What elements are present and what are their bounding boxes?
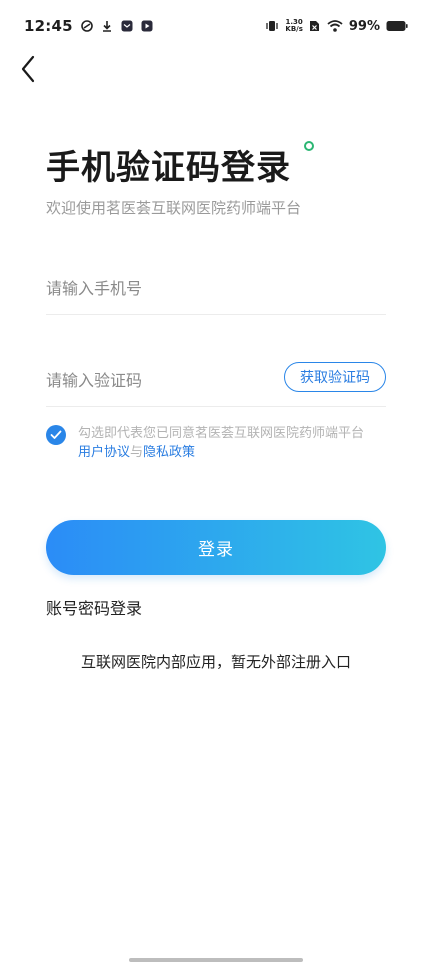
page-title: 手机验证码登录 <box>46 148 291 188</box>
vibrate-icon <box>265 20 279 32</box>
battery-icon <box>386 20 408 32</box>
net-speed-unit: KB/s <box>285 25 303 33</box>
agreement-prefix: 勾选即代表您已同意茗医荟互联网医院药师端平台 <box>78 426 365 441</box>
mail-app-icon <box>121 20 133 32</box>
cloud-sync-icon <box>80 20 93 32</box>
code-input[interactable] <box>46 362 266 398</box>
status-left: 12:45 <box>24 17 153 35</box>
chevron-left-icon <box>21 55 35 83</box>
phone-input[interactable] <box>46 270 386 306</box>
home-indicator[interactable] <box>129 958 303 962</box>
code-field: 获取验证码 <box>46 362 386 407</box>
agreement-text: 勾选即代表您已同意茗医荟互联网医院药师端平台 用户协议与隐私政策 <box>78 424 364 462</box>
password-login-link[interactable]: 账号密码登录 <box>46 595 142 619</box>
status-time: 12:45 <box>24 17 73 35</box>
download-icon <box>101 20 113 32</box>
privacy-policy-link[interactable]: 隐私政策 <box>143 445 195 460</box>
net-speed: 1.30 KB/s <box>285 19 302 33</box>
user-agreement-link[interactable]: 用户协议 <box>78 445 130 460</box>
agreement-checkbox[interactable] <box>46 425 66 445</box>
agreement-row: 勾选即代表您已同意茗医荟互联网医院药师端平台 用户协议与隐私政策 <box>46 424 391 462</box>
wifi-icon <box>327 20 343 32</box>
login-screen: 12:45 1.30 KB/s 99% 手机验证码登录 欢迎使用茗医荟互联网医院… <box>0 0 432 964</box>
registration-notice: 互联网医院内部应用，暂无外部注册入口 <box>80 653 351 671</box>
get-code-button[interactable]: 获取验证码 <box>284 362 386 392</box>
battery-percent: 99% <box>348 18 380 34</box>
no-sim-icon <box>309 20 321 32</box>
check-icon <box>50 430 62 439</box>
agreement-joiner: 与 <box>130 445 144 460</box>
back-button[interactable] <box>14 54 42 84</box>
login-button[interactable]: 登录 <box>46 520 386 575</box>
status-right: 1.30 KB/s 99% <box>265 19 408 34</box>
page-subtitle: 欢迎使用茗医荟互联网医院药师端平台 <box>46 199 302 217</box>
phone-field <box>46 270 386 315</box>
play-app-icon <box>141 20 153 32</box>
title-accent-dot <box>304 141 314 151</box>
status-bar: 12:45 1.30 KB/s 99% <box>0 0 432 52</box>
